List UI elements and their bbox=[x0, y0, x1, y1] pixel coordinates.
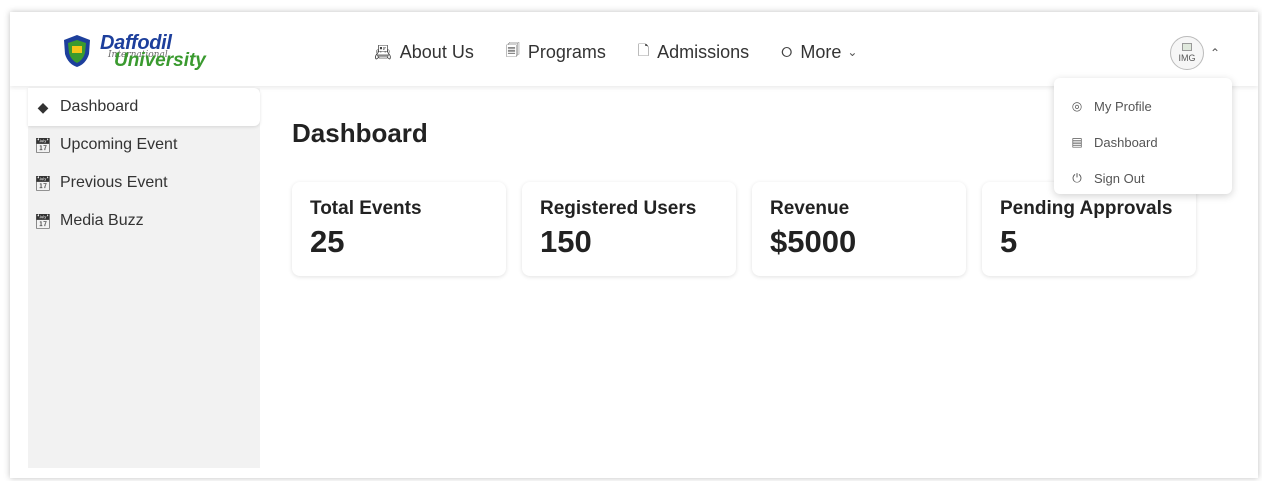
id-card-icon: 📇︎ bbox=[374, 43, 392, 60]
sidebar-item-label: Media Buzz bbox=[60, 212, 144, 229]
stat-label: Registered Users bbox=[540, 198, 697, 219]
app-window: Daffodil International University 📇︎ Abo… bbox=[10, 12, 1258, 478]
document-stack-icon: 🗐︎ bbox=[505, 42, 520, 58]
calendar-icon: 📅︎ bbox=[34, 136, 52, 153]
top-navbar: Daffodil International University 📇︎ Abo… bbox=[10, 12, 1258, 86]
sidebar-item-label: Upcoming Event bbox=[60, 136, 178, 153]
nav-label: Programs bbox=[527, 41, 606, 62]
layers-icon: ⭘︎ bbox=[781, 43, 793, 60]
page-title: Dashboard bbox=[292, 118, 428, 148]
chevron-down-icon: ⌄ bbox=[847, 45, 858, 59]
avatar[interactable]: IMG bbox=[1170, 36, 1204, 70]
avatar-alt-text: IMG bbox=[1178, 53, 1196, 63]
stat-value: 5 bbox=[1000, 224, 1018, 259]
stat-label: Pending Approvals bbox=[1000, 198, 1173, 219]
nav-label: About Us bbox=[399, 41, 474, 62]
nav-about-us[interactable]: 📇︎ About Us bbox=[374, 42, 474, 63]
stat-card-pending-approvals: Pending Approvals 5 bbox=[982, 182, 1196, 276]
menu-item-label: Dashboard bbox=[1094, 134, 1158, 150]
menu-item-dashboard[interactable]: ▤ Dashboard bbox=[1054, 124, 1232, 160]
stat-card-registered-users: Registered Users 150 bbox=[522, 182, 736, 276]
nav-label: Admissions bbox=[657, 41, 750, 62]
main-nav: 📇︎ About Us 🗐︎ Programs 🗋︎ Admissions ⭘︎… bbox=[374, 40, 889, 64]
sidebar-item-label: Previous Event bbox=[60, 174, 168, 191]
shield-logo-icon bbox=[64, 35, 90, 67]
stat-value: 25 bbox=[310, 224, 345, 259]
menu-item-label: Sign Out bbox=[1094, 170, 1145, 186]
sidebar-item-upcoming-event[interactable]: 📅︎ Upcoming Event bbox=[28, 126, 260, 164]
sidebar: ◆ Dashboard 📅︎ Upcoming Event 📅︎ Previou… bbox=[28, 88, 260, 468]
file-icon: 🗋︎ bbox=[637, 42, 650, 58]
university-logo[interactable]: Daffodil International University bbox=[58, 30, 218, 72]
calendar-icon: 📅︎ bbox=[34, 174, 52, 191]
sidebar-item-previous-event[interactable]: 📅︎ Previous Event bbox=[28, 164, 260, 202]
stat-card-revenue: Revenue $5000 bbox=[752, 182, 966, 276]
menu-item-sign-out[interactable]: ⏻ Sign Out bbox=[1054, 160, 1232, 196]
nav-label: More bbox=[800, 41, 842, 62]
stat-label: Total Events bbox=[310, 198, 422, 219]
sidebar-item-label: Dashboard bbox=[60, 98, 139, 115]
user-menu-toggle[interactable]: IMG ⌃ bbox=[1170, 36, 1220, 70]
broken-image-icon bbox=[1182, 43, 1192, 51]
stat-value: 150 bbox=[540, 224, 592, 259]
user-circle-icon: ◎ bbox=[1071, 99, 1083, 113]
nav-programs[interactable]: 🗐︎ Programs bbox=[506, 40, 606, 64]
nav-admissions[interactable]: 🗋︎ Admissions bbox=[638, 40, 749, 64]
stat-card-total-events: Total Events 25 bbox=[292, 182, 506, 276]
calendar-icon: 📅︎ bbox=[34, 212, 52, 229]
sidebar-item-dashboard[interactable]: ◆ Dashboard bbox=[28, 88, 260, 126]
sidebar-item-media-buzz[interactable]: 📅︎ Media Buzz bbox=[28, 202, 260, 240]
stat-label: Revenue bbox=[770, 198, 850, 219]
layers-icon: ◆ bbox=[37, 98, 49, 115]
stats-cards: Total Events 25 Registered Users 150 Rev… bbox=[292, 182, 1212, 276]
chevron-up-icon[interactable]: ⌃ bbox=[1210, 46, 1220, 60]
stat-value: $5000 bbox=[770, 224, 857, 259]
menu-item-label: My Profile bbox=[1094, 98, 1152, 114]
menu-item-my-profile[interactable]: ◎ My Profile bbox=[1054, 88, 1232, 124]
nav-more[interactable]: ⭘︎ More ⌄ bbox=[781, 42, 857, 63]
brand-subtitle: University bbox=[114, 50, 206, 71]
user-dropdown-menu: ◎ My Profile ▤ Dashboard ⏻ Sign Out bbox=[1054, 78, 1232, 194]
table-icon: ▤ bbox=[1071, 135, 1083, 149]
power-icon: ⏻ bbox=[1072, 170, 1082, 185]
